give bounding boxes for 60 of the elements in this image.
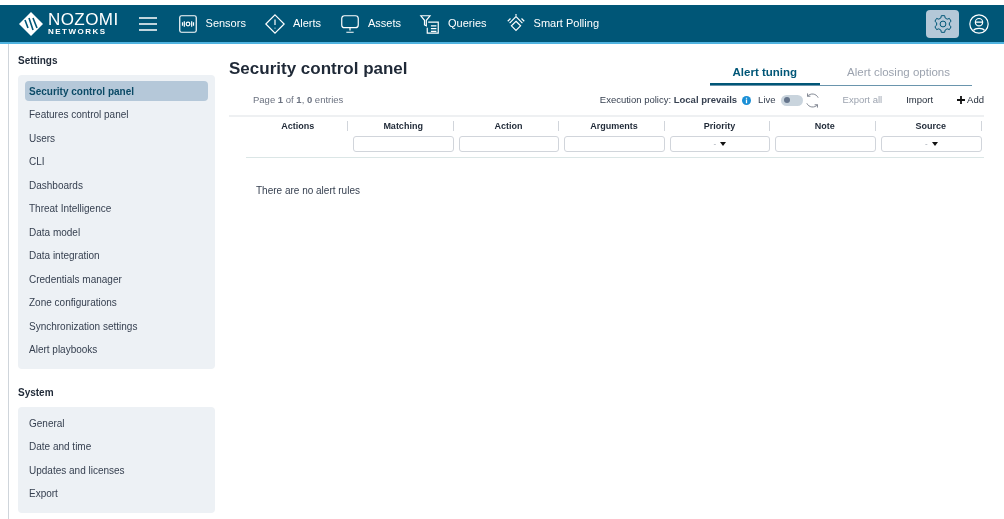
logo-subtitle: NETWORKS (48, 28, 108, 36)
menu-icon[interactable] (138, 16, 157, 31)
execution-policy: Execution policy: Local prevails (599, 93, 738, 108)
filter-list-icon (419, 12, 442, 35)
plus-icon (957, 96, 966, 105)
action-button[interactable]: Import (906, 93, 934, 108)
sidebar-item[interactable]: Export (25, 483, 208, 504)
settings-icon (932, 13, 953, 34)
sidebar-item[interactable]: Credentials manager (25, 269, 208, 289)
sidebar-section-title: System (18, 386, 55, 400)
column-header[interactable]: Note (775, 119, 875, 133)
sidebar-item[interactable]: Date and time (25, 436, 208, 457)
monitor-icon (339, 12, 362, 35)
sidebar-item[interactable]: Data integration (25, 245, 208, 266)
logo[interactable]: NOZOMI NETWORKS (18, 10, 119, 37)
caret-icon (720, 142, 727, 147)
column-header[interactable]: Actions (248, 119, 348, 133)
settings-button[interactable] (926, 9, 959, 38)
sidebar-item[interactable]: General (25, 413, 208, 433)
sidebar-item[interactable]: Updates and licenses (25, 460, 208, 480)
pagination-info: Page 1 of 1, 0 entries (253, 93, 344, 108)
nav-item[interactable]: Smart Polling (504, 12, 599, 35)
empty-message: There are no alert rules (256, 184, 360, 199)
sidebar-item[interactable]: Users (25, 128, 208, 148)
sidebar-item[interactable]: Dashboards (25, 175, 208, 195)
tab[interactable]: Alert tuning (709, 64, 821, 86)
column-header[interactable]: Source (880, 119, 981, 133)
sidebar-item[interactable]: Synchronization settings (25, 316, 208, 336)
sidebar-item[interactable]: Zone configurations (25, 292, 208, 313)
refresh-icon[interactable] (803, 91, 821, 109)
column-header[interactable]: Priority (669, 119, 770, 133)
filter-field[interactable] (564, 136, 665, 153)
nav-item[interactable]: Alerts (263, 12, 322, 35)
filter-field[interactable] (458, 136, 560, 153)
sidebar-item[interactable]: Security control panel (25, 81, 208, 101)
column-header[interactable]: Arguments (564, 119, 664, 133)
add-button[interactable]: Add (957, 93, 984, 108)
info-icon (742, 95, 752, 105)
sidebar-item[interactable]: CLI (25, 151, 208, 172)
filter-field[interactable] (353, 136, 454, 153)
warning-diamond-icon (263, 12, 286, 35)
sensor-icon (176, 12, 199, 35)
live-toggle[interactable] (780, 94, 803, 106)
nav-item[interactable]: Queries (419, 12, 487, 35)
caret-icon (931, 142, 938, 147)
filter-field[interactable] (775, 136, 876, 153)
column-header[interactable]: Action (458, 119, 559, 133)
page-title: Security control panel (229, 58, 408, 80)
nav-item[interactable]: Sensors (176, 12, 246, 35)
sidebar-item[interactable]: Features control panel (25, 104, 208, 125)
logo-icon (18, 10, 44, 37)
live-label: Live (758, 93, 776, 108)
logo-title: NOZOMI (48, 11, 119, 28)
sidebar-item[interactable]: Threat Intelligence (25, 198, 208, 219)
sidebar-item[interactable]: Data model (25, 222, 208, 242)
sidebar-section-title: Settings (18, 54, 59, 68)
column-header[interactable]: Matching (353, 119, 453, 133)
user-icon[interactable] (968, 12, 990, 35)
nav-item[interactable]: Assets (339, 12, 402, 35)
sidebar-item[interactable]: Alert playbooks (25, 339, 208, 360)
